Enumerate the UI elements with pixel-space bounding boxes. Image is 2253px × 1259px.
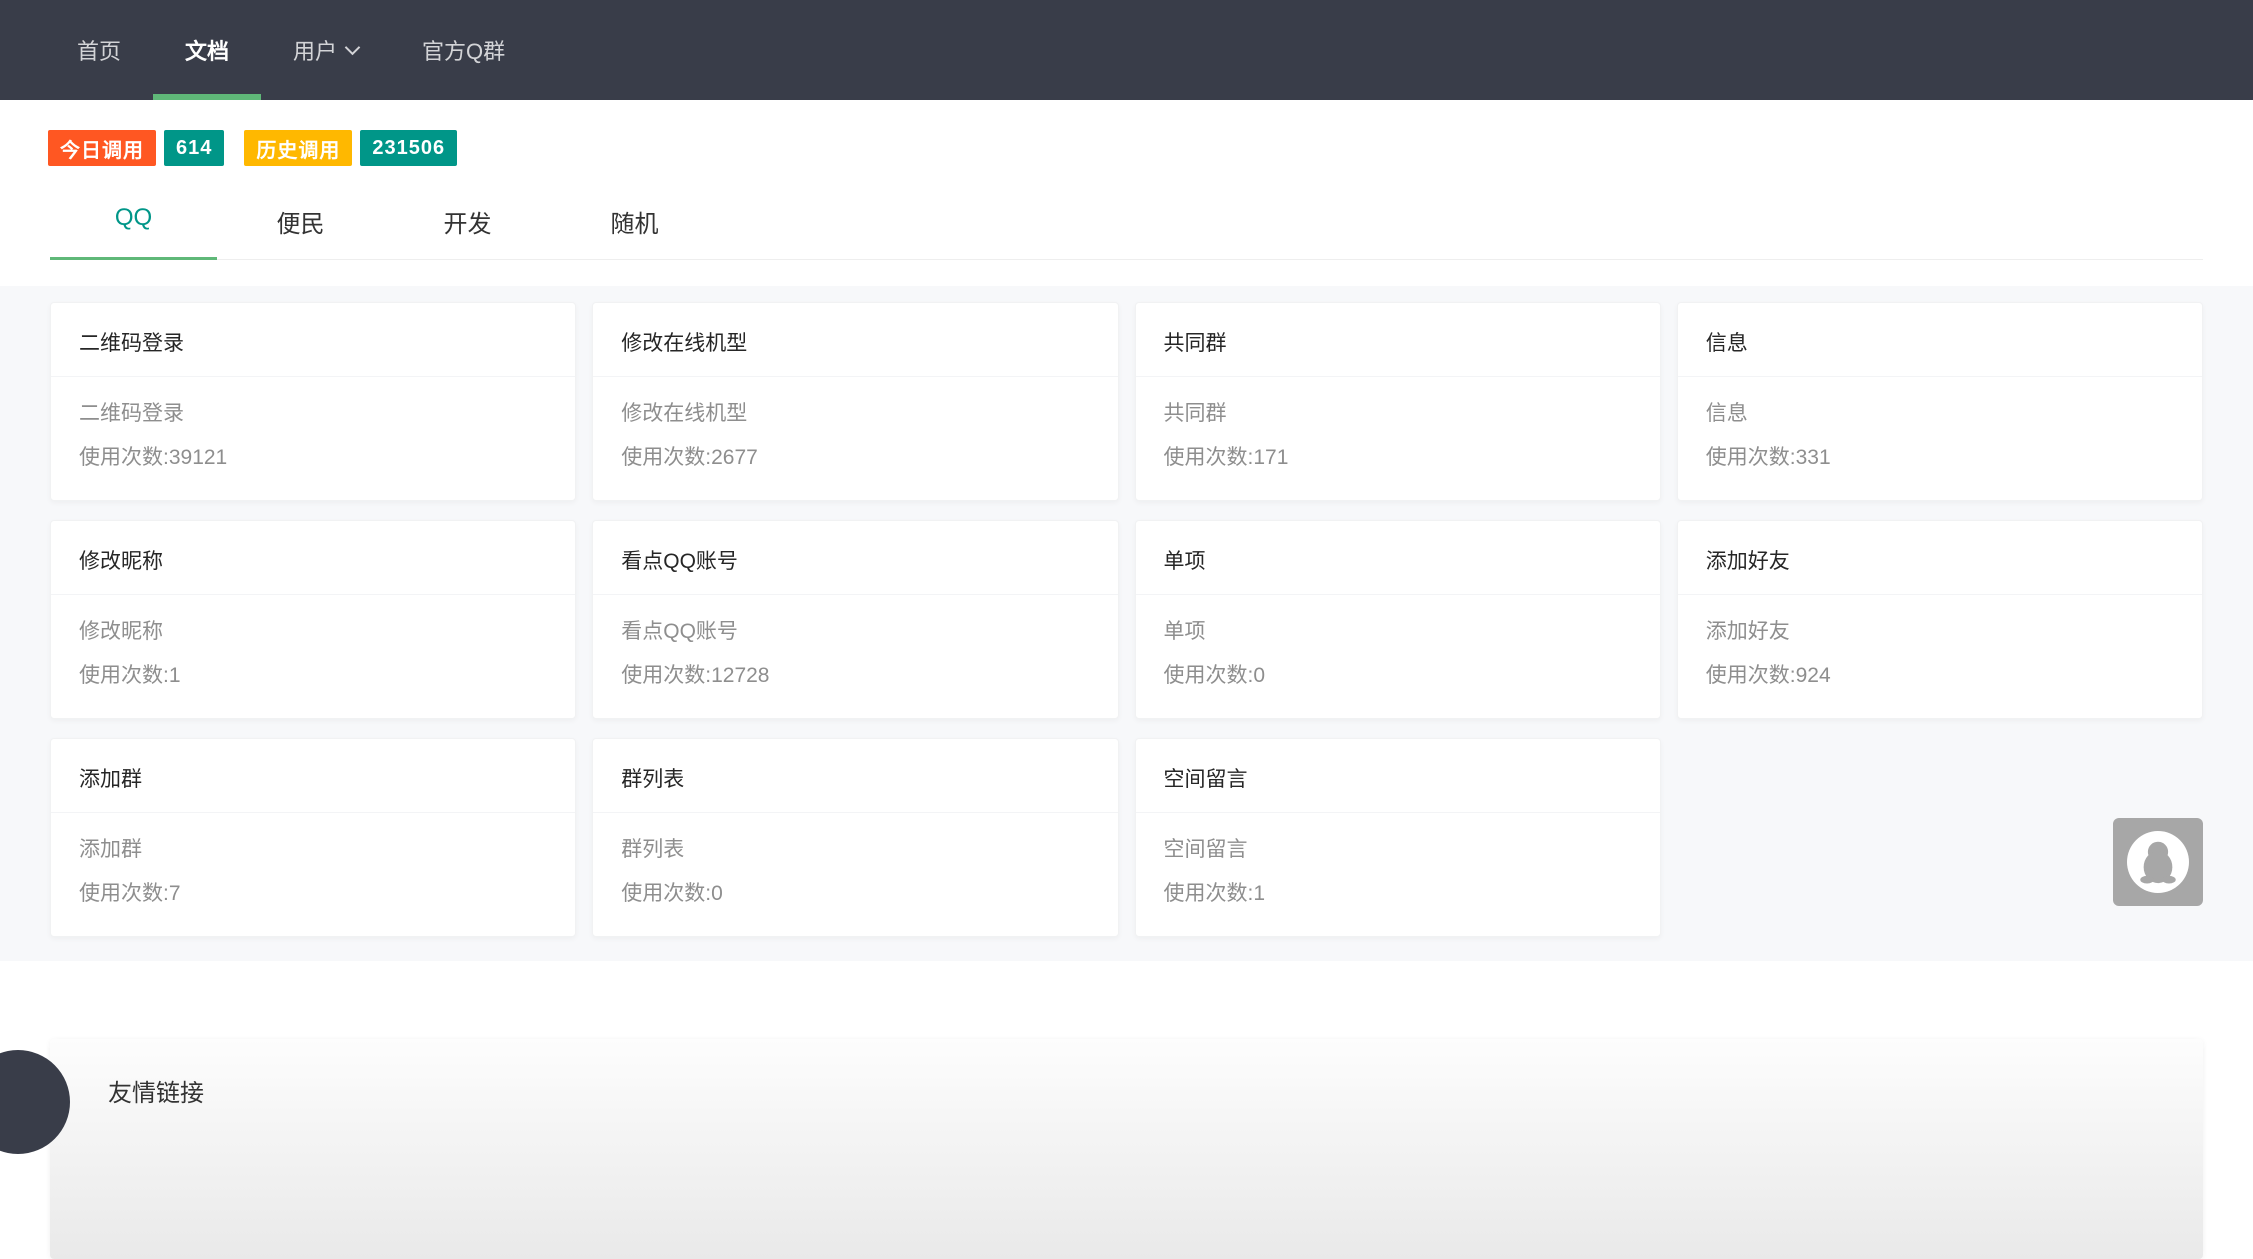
api-card-name: 信息 xyxy=(1705,402,1748,425)
api-card[interactable]: 共同群 共同群 使用次数:171 xyxy=(1134,302,1661,501)
api-card-name: 看点QQ账号 xyxy=(621,620,738,643)
category-tab[interactable]: 开发 xyxy=(384,188,551,259)
chevron-down-icon xyxy=(344,39,361,55)
nav-item[interactable]: 文档 xyxy=(153,0,262,100)
api-card[interactable]: 单项 单项 使用次数:0 xyxy=(1134,520,1661,719)
api-card-body: 空间留言 使用次数:1 xyxy=(1136,813,1660,936)
api-card-title: 看点QQ账号 xyxy=(593,521,1118,595)
api-card-usage-count: 使用次数:39121 xyxy=(79,446,228,469)
api-card-body: 二维码登录 使用次数:39121 xyxy=(51,377,575,500)
api-card[interactable]: 添加好友 添加好友 使用次数:924 xyxy=(1676,520,2203,719)
category-tab[interactable]: 便民 xyxy=(217,188,384,259)
stat-badge: 今日调用 xyxy=(48,130,156,166)
nav-item[interactable]: 首页 xyxy=(45,0,153,100)
nav-item-label: 用户 xyxy=(293,39,338,64)
api-card-body: 单项 使用次数:0 xyxy=(1136,595,1660,718)
api-card-title: 二维码登录 xyxy=(51,303,576,377)
api-card-name: 空间留言 xyxy=(1163,838,1248,861)
qq-penguin-icon xyxy=(2127,831,2189,893)
api-card-usage-count: 使用次数:1 xyxy=(79,664,181,687)
api-card-title: 空间留言 xyxy=(1135,739,1660,813)
api-card-title: 添加好友 xyxy=(1677,521,2202,595)
api-card-usage-count: 使用次数:0 xyxy=(1163,664,1266,687)
nav-item-label: 官方Q群 xyxy=(422,39,506,64)
nav-item-label: 文档 xyxy=(185,39,230,64)
api-card-body: 添加好友 使用次数:924 xyxy=(1678,595,2202,718)
api-card-body: 修改昵称 使用次数:1 xyxy=(51,595,575,718)
api-card-name: 修改昵称 xyxy=(79,620,163,643)
api-card[interactable]: 看点QQ账号 看点QQ账号 使用次数:12728 xyxy=(592,520,1119,719)
api-card-usage-count: 使用次数:1 xyxy=(1163,882,1266,905)
api-card[interactable]: 修改昵称 修改昵称 使用次数:1 xyxy=(50,520,577,719)
api-card-title: 群列表 xyxy=(593,739,1118,813)
api-card-title: 修改昵称 xyxy=(51,521,576,595)
api-card-usage-count: 使用次数:331 xyxy=(1705,446,1831,469)
api-card-usage-count: 使用次数:2677 xyxy=(621,446,758,469)
api-card[interactable]: 群列表 群列表 使用次数:0 xyxy=(592,738,1119,937)
api-card-name: 二维码登录 xyxy=(79,402,184,425)
api-card-name: 单项 xyxy=(1163,620,1206,643)
api-card-name: 添加好友 xyxy=(1705,620,1790,643)
api-card-name: 修改在线机型 xyxy=(621,402,748,425)
qq-contact-button[interactable] xyxy=(2113,818,2203,906)
api-card-name: 群列表 xyxy=(621,838,685,861)
top-navbar: 首页 文档 用户 官方Q群 xyxy=(0,0,2253,100)
api-card-body: 添加群 使用次数:7 xyxy=(51,813,575,936)
tab-content-panel: 二维码登录 二维码登录 使用次数:39121 修改在线机型 修改在线机型 使用次… xyxy=(0,286,2253,961)
api-card-body: 群列表 使用次数:0 xyxy=(593,813,1117,936)
nav-item[interactable]: 用户 xyxy=(261,0,390,100)
api-card[interactable]: 信息 信息 使用次数:331 xyxy=(1676,302,2203,501)
api-card-title: 单项 xyxy=(1135,521,1660,595)
api-card-name: 添加群 xyxy=(79,838,142,861)
api-card-name: 共同群 xyxy=(1163,402,1227,425)
category-tab[interactable]: QQ xyxy=(50,188,217,260)
api-card-title: 添加群 xyxy=(51,739,576,813)
api-card-usage-count: 使用次数:171 xyxy=(1163,446,1289,469)
category-tab[interactable]: 随机 xyxy=(551,188,718,259)
api-card-usage-count: 使用次数:0 xyxy=(621,882,723,905)
api-card-title: 共同群 xyxy=(1135,303,1660,377)
nav-item[interactable]: 官方Q群 xyxy=(390,0,537,100)
friend-links-title: 友情链接 xyxy=(108,1080,204,1107)
api-card-usage-count: 使用次数:7 xyxy=(79,882,181,905)
api-card-usage-count: 使用次数:924 xyxy=(1705,664,1831,687)
usage-stats: 今日调用 614 历史调用 231506 xyxy=(48,130,2253,166)
api-card[interactable]: 修改在线机型 修改在线机型 使用次数:2677 xyxy=(592,302,1119,501)
stat-badge: 231506 xyxy=(360,130,458,166)
api-card-body: 看点QQ账号 使用次数:12728 xyxy=(593,595,1117,718)
stat-badge: 614 xyxy=(164,130,225,166)
friend-links-card: 友情链接 xyxy=(50,1039,2203,1259)
api-card[interactable]: 二维码登录 二维码登录 使用次数:39121 xyxy=(50,302,577,501)
api-card-title: 修改在线机型 xyxy=(593,303,1118,377)
api-card[interactable]: 空间留言 空间留言 使用次数:1 xyxy=(1134,738,1661,937)
api-card-body: 信息 使用次数:331 xyxy=(1678,377,2202,500)
main-nav: 首页 文档 用户 官方Q群 xyxy=(45,0,537,100)
stat-badge: 历史调用 xyxy=(244,130,353,166)
api-card-title: 信息 xyxy=(1677,303,2202,377)
category-tabs: QQ 便民 开发 随机 xyxy=(50,188,2203,260)
nav-item-label: 首页 xyxy=(77,39,122,64)
api-card-grid: 二维码登录 二维码登录 使用次数:39121 修改在线机型 修改在线机型 使用次… xyxy=(50,302,2203,937)
api-card-body: 共同群 使用次数:171 xyxy=(1136,377,1660,500)
api-card[interactable]: 添加群 添加群 使用次数:7 xyxy=(50,738,577,937)
api-card-usage-count: 使用次数:12728 xyxy=(621,664,770,687)
api-card-body: 修改在线机型 使用次数:2677 xyxy=(593,377,1117,500)
